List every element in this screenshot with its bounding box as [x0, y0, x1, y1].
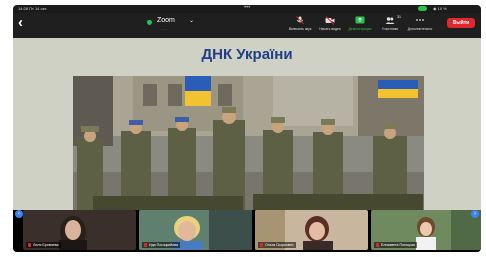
leave-meeting-button[interactable]: Выйти [447, 18, 475, 28]
share-screen-icon [355, 16, 365, 24]
more-button[interactable]: Дополнительно [405, 16, 435, 35]
mute-audio-button[interactable]: Включить звук [285, 16, 315, 35]
participant-name: Елизавета Погоцкая [381, 243, 415, 247]
chevron-right-icon[interactable]: › [471, 210, 479, 218]
battery-status: ◉ 10 % [433, 6, 447, 11]
parade-photo [73, 76, 424, 210]
mic-muted-icon [376, 243, 379, 248]
participant-name: Ольга Скоркович [265, 243, 294, 247]
participant-tile[interactable]: Елизавета Погоцкая [371, 210, 481, 250]
call-indicator-icon [418, 6, 427, 11]
status-dots: ••• [244, 5, 251, 11]
participant-name-tag: Лиля Бровиева [26, 242, 61, 248]
participant-name-tag: Ида Погоцкийова [142, 242, 181, 248]
more-label: Дополнительно [407, 27, 433, 31]
participant-tile[interactable]: Лиля Бровиева [23, 210, 136, 250]
shared-screen: ДНК України [13, 38, 481, 210]
share-screen-button[interactable]: Демонстрация [345, 16, 375, 35]
participants-count: 31 [397, 15, 401, 19]
chevron-left-icon[interactable]: ‹ [18, 15, 23, 30]
meeting-subtitle: ····· [161, 27, 168, 32]
slide-title: ДНК України [201, 46, 293, 63]
mic-muted-icon [144, 243, 147, 248]
microphone-muted-icon [296, 16, 304, 25]
participant-strip: ‹ Лиля Бровиева Ида Погоцкийова Ольга Ск… [13, 210, 481, 252]
camera-muted-icon [325, 16, 335, 25]
participants-button[interactable]: 31 Участники [375, 15, 405, 35]
app-title: Zoom [157, 17, 175, 24]
participant-tile[interactable]: Ида Погоцкийова [139, 210, 252, 250]
mic-muted-icon [28, 243, 31, 248]
mic-muted-icon [260, 243, 263, 248]
status-bar: 14:28 Пт 14 окт. ••• ◉ 10 % [13, 5, 481, 13]
zoom-window: 14:28 Пт 14 окт. ••• ◉ 10 % ‹ Zoom ⌄ ···… [13, 5, 481, 252]
chevron-down-icon: ⌄ [189, 18, 195, 24]
more-icon [416, 19, 424, 21]
participants-icon [385, 17, 395, 24]
shield-icon [147, 20, 152, 25]
status-time: 14:28 Пт 14 окт. [18, 6, 48, 11]
meeting-toolbar: ‹ Zoom ⌄ ····· Включить звук Начать виде… [13, 13, 481, 38]
participant-tile[interactable]: Ольга Скоркович [255, 210, 368, 250]
participant-name: Лиля Бровиева [33, 243, 59, 247]
start-video-button[interactable]: Начать видео [315, 16, 345, 35]
chevron-left-icon[interactable]: ‹ [15, 210, 23, 218]
participant-name: Ида Погоцкийова [149, 243, 179, 247]
participant-name-tag: Ольга Скоркович [258, 242, 296, 248]
parade-image [73, 76, 424, 210]
participant-name-tag: Елизавета Погоцкая [374, 242, 417, 248]
